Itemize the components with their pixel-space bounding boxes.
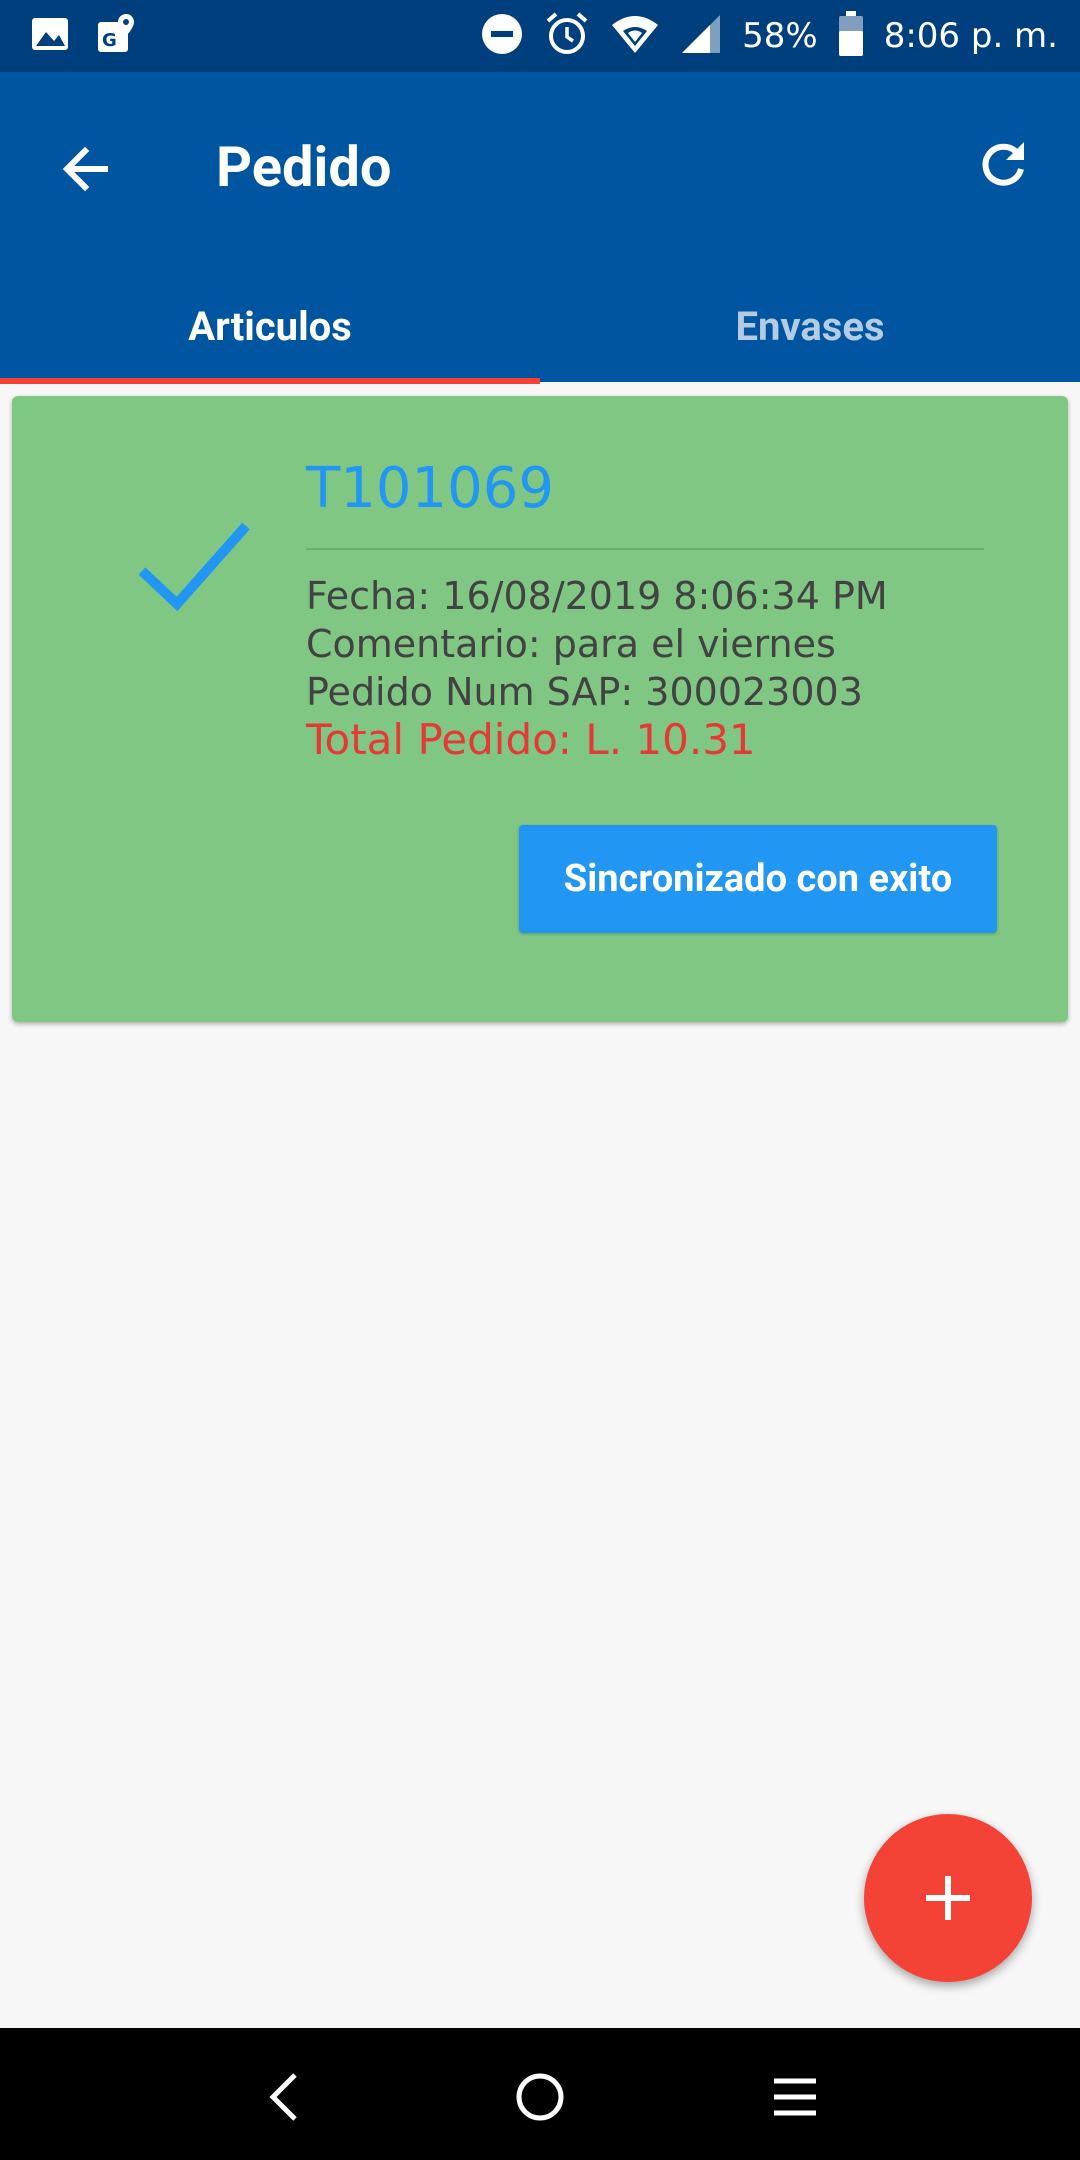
order-card[interactable]: T101069 Fecha: 16/08/2019 8:06:34 PM Com…	[12, 396, 1068, 1022]
menu-icon	[774, 2078, 816, 2116]
alarm-icon	[544, 11, 590, 61]
tab-envases[interactable]: Envases	[540, 270, 1080, 382]
app-bar: Pedido Articulos Envases	[0, 72, 1080, 382]
battery-icon	[838, 11, 864, 61]
order-code: T101069	[306, 456, 554, 521]
nav-back-button[interactable]	[250, 2062, 320, 2132]
add-button[interactable]	[864, 1814, 1032, 1982]
nav-menu-button[interactable]	[760, 2062, 830, 2132]
tab-bar: Articulos Envases	[0, 270, 1080, 382]
do-not-disturb-icon	[480, 12, 524, 60]
sync-status-button[interactable]: Sincronizado con exito	[519, 825, 997, 933]
order-comment: Comentario: para el viernes	[306, 622, 836, 666]
checkmark-icon	[132, 516, 252, 620]
refresh-button[interactable]	[958, 120, 1048, 210]
divider	[306, 548, 984, 550]
maps-notification-icon: G	[96, 12, 136, 60]
order-info: Fecha: 16/08/2019 8:06:34 PM Comentario:…	[306, 572, 888, 764]
order-date: Fecha: 16/08/2019 8:06:34 PM	[306, 574, 888, 618]
back-button[interactable]	[40, 124, 130, 214]
battery-percentage: 58%	[742, 16, 818, 56]
home-circle-icon	[516, 2073, 564, 2121]
system-nav-bar	[0, 2028, 1080, 2160]
clock: 8:06 p. m.	[883, 16, 1058, 56]
arrow-back-icon	[62, 146, 108, 192]
gallery-icon	[30, 14, 70, 58]
tab-articulos[interactable]: Articulos	[0, 270, 540, 382]
status-bar: G 58% 8:06 p. m.	[0, 0, 1080, 72]
active-tab-indicator	[0, 378, 540, 384]
nav-home-button[interactable]	[505, 2062, 575, 2132]
order-total: Total Pedido: L. 10.31	[306, 715, 756, 764]
wifi-icon	[610, 13, 660, 59]
refresh-icon	[982, 142, 1024, 186]
nav-back-icon	[269, 2073, 297, 2121]
svg-text:G: G	[102, 30, 117, 51]
plus-icon	[926, 1876, 970, 1920]
order-sap-number: Pedido Num SAP: 300023003	[306, 670, 863, 714]
signal-icon	[680, 13, 722, 59]
page-title: Pedido	[216, 134, 392, 200]
